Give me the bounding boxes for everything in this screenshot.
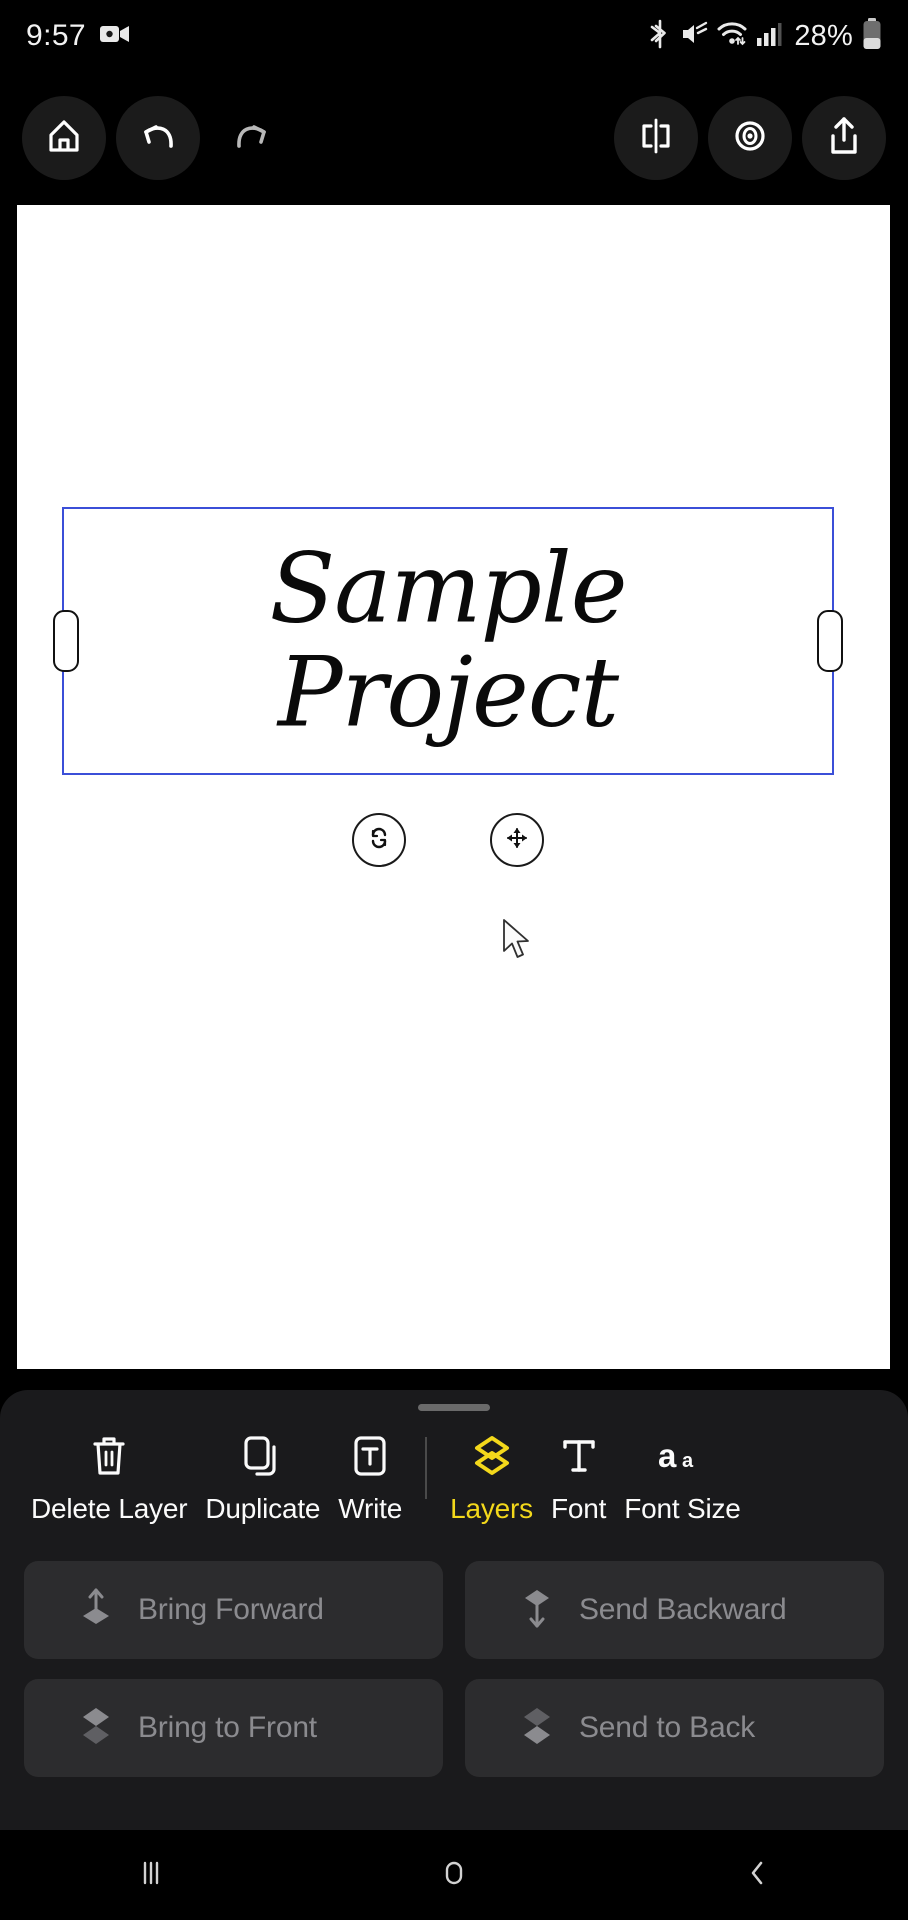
status-bar: 9:57 28% — [0, 0, 908, 72]
bluetooth-icon — [649, 19, 671, 54]
status-bar-left: 9:57 — [26, 19, 130, 53]
tool-delete-layer[interactable]: Delete Layer — [22, 1433, 196, 1525]
mute-icon — [680, 21, 708, 52]
svg-text:a: a — [658, 1437, 677, 1474]
bring-to-front-button[interactable]: Bring to Front — [24, 1679, 443, 1777]
tool-label: Write — [338, 1493, 403, 1524]
video-camera-icon — [100, 23, 130, 50]
top-toolbar-right-group — [614, 96, 886, 180]
cellular-signal-icon — [756, 21, 782, 52]
move-icon — [504, 825, 530, 856]
layers-icon — [469, 1433, 515, 1479]
canvas-text-layer[interactable]: Sample Project — [64, 536, 832, 744]
tool-label: Font — [550, 1493, 607, 1524]
flip-horizontal-icon — [635, 115, 677, 162]
bring-forward-button[interactable]: Bring Forward — [24, 1561, 443, 1659]
svg-text:a: a — [682, 1450, 694, 1472]
stack-front-icon — [76, 1704, 116, 1753]
tool-label: Delete Layer — [31, 1493, 188, 1524]
send-to-back-button[interactable]: Send to Back — [465, 1679, 884, 1777]
wifi-icon — [717, 21, 747, 52]
status-time: 9:57 — [26, 19, 86, 52]
duplicate-icon — [241, 1433, 285, 1479]
top-toolbar — [0, 72, 908, 204]
status-bar-right: 28% — [649, 17, 882, 55]
arrow-up-layer-icon — [76, 1586, 116, 1635]
back-chevron-icon — [740, 1856, 774, 1895]
transform-controls — [62, 813, 834, 867]
font-size-icon: a a — [656, 1433, 708, 1479]
send-backward-button[interactable]: Send Backward — [465, 1561, 884, 1659]
arrow-down-layer-icon — [517, 1586, 557, 1635]
move-handle[interactable] — [490, 813, 544, 867]
tool-divider — [425, 1437, 428, 1499]
top-toolbar-left-group — [22, 96, 294, 180]
tool-write[interactable]: Write — [329, 1433, 411, 1525]
home-icon — [43, 115, 85, 162]
battery-icon — [862, 17, 882, 55]
preview-button[interactable] — [708, 96, 792, 180]
tool-font[interactable]: Font — [542, 1433, 615, 1525]
nav-back-button[interactable] — [697, 1830, 817, 1920]
rotate-handle[interactable] — [352, 813, 406, 867]
action-label: Bring to Front — [138, 1711, 317, 1744]
bottom-tool-sheet: Delete Layer Duplicate Write Layers Font… — [0, 1390, 908, 1830]
tool-label: Duplicate — [205, 1493, 321, 1524]
share-button[interactable] — [802, 96, 886, 180]
nav-recents-button[interactable] — [91, 1830, 211, 1920]
nav-home-button[interactable] — [394, 1830, 514, 1920]
tool-layers[interactable]: Layers — [441, 1433, 542, 1525]
action-label: Send Backward — [579, 1593, 787, 1626]
undo-icon — [136, 116, 180, 161]
tool-strip: Delete Layer Duplicate Write Layers Font… — [0, 1411, 908, 1539]
action-label: Bring Forward — [138, 1593, 324, 1626]
flip-button[interactable] — [614, 96, 698, 180]
home-circle-icon — [437, 1856, 471, 1895]
tool-duplicate[interactable]: Duplicate — [196, 1433, 329, 1525]
redo-button[interactable] — [210, 96, 294, 180]
write-text-icon — [349, 1433, 391, 1479]
rotate-icon — [366, 825, 392, 856]
trash-icon — [89, 1433, 129, 1479]
tool-label: Layers — [450, 1493, 533, 1524]
share-export-icon — [824, 114, 864, 163]
android-nav-bar — [0, 1830, 908, 1920]
mouse-pointer — [501, 918, 535, 962]
battery-percent: 28% — [794, 19, 853, 52]
layer-order-actions: Bring Forward Send Backward Bring to Fro… — [0, 1539, 908, 1777]
redo-icon — [230, 116, 274, 161]
home-button[interactable] — [22, 96, 106, 180]
design-canvas[interactable]: Sample Project — [17, 205, 890, 1369]
action-label: Send to Back — [579, 1711, 756, 1744]
stack-back-icon — [517, 1704, 557, 1753]
font-icon — [558, 1433, 600, 1479]
tool-font-size[interactable]: a a Font Size — [615, 1433, 749, 1525]
tool-label: Font Size — [624, 1493, 741, 1524]
eye-icon — [728, 114, 772, 163]
recents-icon — [134, 1856, 168, 1895]
undo-button[interactable] — [116, 96, 200, 180]
drag-handle[interactable] — [418, 1404, 490, 1411]
text-layer-selection-box[interactable]: Sample Project — [53, 507, 843, 775]
